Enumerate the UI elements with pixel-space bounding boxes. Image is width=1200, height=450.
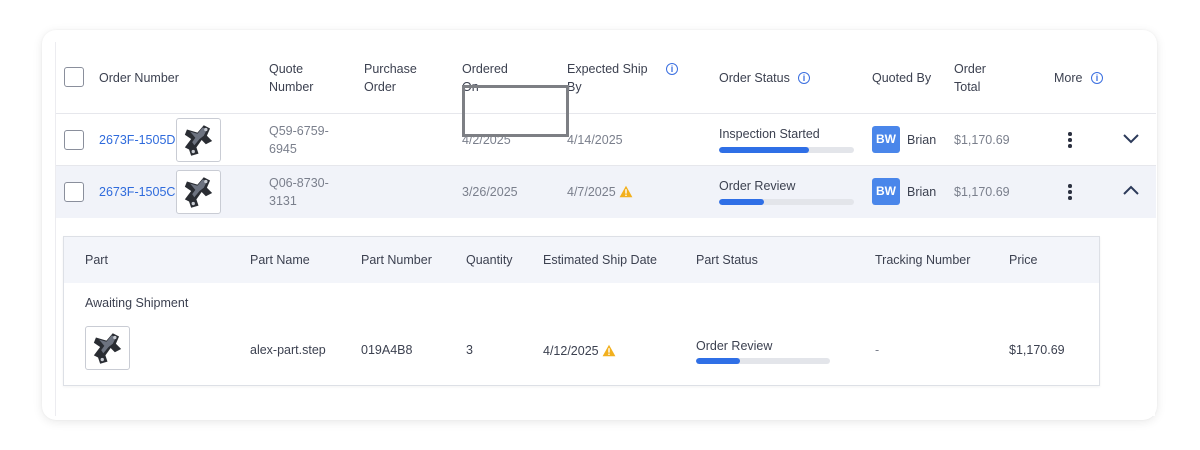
col-quote-number[interactable]: Quote Number — [269, 60, 349, 96]
quoted-by-name: Brian — [907, 185, 937, 199]
detail-header: Part Part Name Part Number Quantity Esti… — [64, 237, 1099, 283]
estimated-ship-date: 4/12/2025 — [543, 344, 599, 358]
order-status-text: Order Review — [719, 179, 796, 193]
table-row[interactable]: 2673F-1505C Q06-8730-3131 3/26/2025 4/7/… — [56, 166, 1156, 218]
part-price: $1,170.69 — [1009, 343, 1065, 357]
part-thumbnail[interactable] — [85, 326, 130, 370]
col-order-status[interactable]: Order Status — [719, 69, 790, 87]
quoted-by-avatar: BW — [872, 178, 900, 205]
order-total: $1,170.69 — [954, 133, 1010, 147]
col-price: Price — [1009, 253, 1038, 267]
ordered-on: 3/26/2025 — [462, 185, 518, 199]
col-purchase-order[interactable]: Purchase Order — [364, 60, 434, 96]
quote-number: Q06-8730-3131 — [269, 176, 329, 208]
part-name: alex-part.step — [250, 343, 326, 357]
col-part-number: Part Number — [361, 253, 432, 267]
row-checkbox[interactable] — [64, 182, 84, 202]
col-quoted-by[interactable]: Quoted By — [872, 69, 931, 87]
order-detail-panel: Part Part Name Part Number Quantity Esti… — [63, 236, 1100, 386]
more-menu-icon[interactable] — [1068, 132, 1072, 150]
chevron-down-icon[interactable] — [1122, 133, 1140, 145]
expected-ship-info-icon[interactable]: i — [666, 63, 678, 75]
col-part-status: Part Status — [696, 253, 758, 267]
col-order-number[interactable]: Order Number — [99, 69, 179, 87]
col-order-total[interactable]: Order Total — [954, 60, 999, 96]
order-status-progress — [719, 199, 854, 205]
chevron-up-icon[interactable] — [1122, 184, 1140, 196]
quote-number: Q59-6759-6945 — [269, 124, 329, 156]
part-model-icon — [177, 119, 220, 161]
quoted-by-name: Brian — [907, 133, 937, 147]
group-label: Awaiting Shipment — [85, 296, 189, 310]
select-all-checkbox[interactable] — [64, 67, 84, 87]
order-number-link[interactable]: 2673F-1505C — [99, 183, 175, 201]
order-status-text: Inspection Started — [719, 127, 820, 141]
warning-icon — [619, 185, 633, 198]
part-model-icon — [177, 171, 220, 213]
warning-icon — [602, 344, 616, 357]
part-quantity: 3 — [466, 343, 473, 357]
order-total: $1,170.69 — [954, 185, 1010, 199]
part-thumbnail[interactable] — [176, 170, 221, 214]
expected-ship-by: 4/7/2025 — [567, 185, 616, 199]
table-header: Order Number Quote Number Purchase Order… — [56, 42, 1156, 114]
col-quantity: Quantity — [466, 253, 513, 267]
table-row[interactable]: 2673F-1505D Q59-6759-6945 4/2/2025 4/14/… — [56, 114, 1156, 166]
col-part-name: Part Name — [250, 253, 310, 267]
order-number-link[interactable]: 2673F-1505D — [99, 131, 175, 149]
col-part: Part — [85, 253, 108, 267]
part-number: 019A4B8 — [361, 343, 413, 357]
part-model-icon — [86, 327, 129, 369]
row-checkbox[interactable] — [64, 130, 84, 150]
part-status-progress — [696, 358, 830, 364]
order-status-progress — [719, 147, 854, 153]
order-status-info-icon[interactable]: i — [798, 72, 810, 84]
col-tracking-number: Tracking Number — [875, 253, 971, 267]
col-estimated-ship-date: Estimated Ship Date — [543, 253, 657, 267]
highlight-box — [462, 85, 569, 137]
more-info-icon[interactable]: i — [1091, 72, 1103, 84]
more-menu-icon[interactable] — [1068, 184, 1072, 202]
col-more: More — [1054, 71, 1083, 85]
quoted-by-avatar: BW — [872, 126, 900, 153]
col-expected-ship-by[interactable]: Expected Ship By — [567, 60, 652, 96]
tracking-number: - — [875, 343, 880, 357]
expected-ship-by: 4/14/2025 — [567, 133, 623, 147]
part-status-text: Order Review — [696, 339, 773, 353]
part-thumbnail[interactable] — [176, 118, 221, 162]
